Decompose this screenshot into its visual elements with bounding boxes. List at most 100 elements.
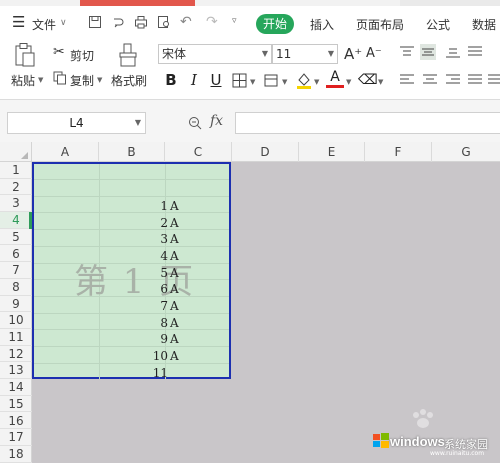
row-header-17[interactable]: 17 [0, 429, 32, 446]
print-preview-icon[interactable] [157, 15, 171, 29]
distribute-icon[interactable] [488, 74, 500, 86]
rotate-text-icon[interactable] [468, 46, 482, 58]
cell-b6[interactable]: 4 [138, 248, 168, 264]
quick-access-more-icon[interactable]: ▿ [232, 16, 237, 26]
redo-icon[interactable]: ↷ [206, 14, 218, 30]
row-header-5[interactable]: 5 [0, 229, 32, 246]
paste-dropdown-icon[interactable]: ▼ [38, 76, 43, 84]
font-color-icon[interactable]: A [326, 68, 344, 88]
tab-data[interactable]: 数据 [472, 16, 496, 33]
font-name-select[interactable]: 宋体 ▼ [158, 44, 272, 64]
format-painter-icon[interactable] [118, 42, 138, 68]
cell-b12[interactable]: 10 [138, 348, 168, 364]
print-icon[interactable] [134, 15, 148, 29]
underline-icon[interactable]: U [207, 70, 225, 90]
row-header-2[interactable]: 2 [0, 179, 32, 196]
cell-b9[interactable]: 7 [138, 298, 168, 314]
cell-style-icon[interactable] [264, 73, 279, 88]
tab-formulas[interactable]: 公式 [426, 16, 450, 33]
paste-icon[interactable] [14, 42, 36, 68]
cell-c11[interactable]: A [170, 331, 179, 347]
row-header-12[interactable]: 12 [0, 346, 32, 363]
undo-icon[interactable]: ↶ [180, 14, 192, 30]
row-header-15[interactable]: 15 [0, 396, 32, 413]
sheet-grid[interactable]: 第 1 页 1 A 2 A 3 A 4 A 5 A 6 A 7 A 8 A 9 … [32, 162, 500, 463]
row-header-4[interactable]: 4 [0, 212, 32, 229]
align-center-icon[interactable] [423, 74, 437, 86]
file-menu[interactable]: 文件 [32, 16, 56, 33]
align-top-icon[interactable] [400, 46, 414, 58]
align-right-icon[interactable] [446, 74, 460, 86]
copy-icon[interactable] [53, 71, 67, 85]
cell-c5[interactable]: A [170, 231, 179, 247]
row-header-6[interactable]: 6 [0, 246, 32, 263]
borders-dropdown-icon[interactable]: ▼ [250, 78, 255, 86]
borders-icon[interactable] [232, 73, 247, 88]
cell-b11[interactable]: 9 [138, 331, 168, 347]
copy-dropdown-icon[interactable]: ▼ [97, 76, 102, 84]
copy-button[interactable]: 复制 [70, 72, 94, 89]
row-header-8[interactable]: 8 [0, 279, 32, 296]
increase-font-icon[interactable]: A⁺ [344, 45, 362, 63]
cell-b10[interactable]: 8 [138, 315, 168, 331]
row-header-11[interactable]: 11 [0, 329, 32, 346]
hamburger-menu-icon[interactable]: ☰ [12, 13, 25, 31]
format-painter-button[interactable]: 格式刷 [111, 72, 147, 89]
column-header-b[interactable]: B [99, 142, 165, 162]
select-all-corner[interactable] [0, 142, 32, 162]
row-header-1[interactable]: 1 [0, 162, 32, 179]
justify-icon[interactable] [468, 74, 482, 86]
zoom-icon[interactable] [188, 116, 202, 130]
row-header-10[interactable]: 10 [0, 312, 32, 329]
formula-input[interactable] [235, 112, 500, 134]
row-header-3[interactable]: 3 [0, 195, 32, 213]
align-middle-icon[interactable] [420, 44, 436, 60]
column-header-e[interactable]: E [299, 142, 365, 162]
name-box[interactable]: L4 ▼ [7, 112, 146, 134]
scissors-icon[interactable]: ✂ [53, 44, 65, 60]
cell-b4[interactable]: 2 [138, 215, 168, 231]
fill-color-dropdown-icon[interactable]: ▼ [314, 78, 319, 86]
column-header-c[interactable]: C [165, 142, 232, 162]
italic-icon[interactable]: I [185, 70, 203, 90]
tab-home[interactable]: 开始 [256, 14, 294, 34]
column-header-d[interactable]: D [232, 142, 299, 162]
cell-c4[interactable]: A [170, 215, 179, 231]
print-area[interactable]: 第 1 页 1 A 2 A 3 A 4 A 5 A 6 A 7 A 8 A 9 … [32, 162, 231, 381]
clear-format-icon[interactable]: ⌫ [358, 70, 378, 90]
align-bottom-icon[interactable] [446, 46, 460, 58]
column-header-g[interactable]: G [432, 142, 500, 162]
decrease-font-icon[interactable]: A⁻ [366, 46, 382, 61]
row-header-9[interactable]: 9 [0, 296, 32, 313]
cell-style-dropdown-icon[interactable]: ▼ [282, 78, 287, 86]
row-header-7[interactable]: 7 [0, 262, 32, 279]
column-header-a[interactable]: A [32, 142, 99, 162]
cell-c8[interactable]: A [170, 281, 179, 297]
clear-dropdown-icon[interactable]: ▼ [378, 78, 383, 86]
row-header-18[interactable]: 18 [0, 446, 32, 463]
tab-insert[interactable]: 插入 [310, 16, 334, 33]
cell-b7[interactable]: 5 [138, 265, 168, 281]
fill-color-icon[interactable] [296, 71, 312, 89]
cell-c12[interactable]: A [170, 348, 179, 364]
row-header-13[interactable]: 13 [0, 362, 32, 380]
cell-b5[interactable]: 3 [138, 231, 168, 247]
font-size-select[interactable]: 11 ▼ [272, 44, 338, 64]
cell-b3[interactable]: 1 [138, 198, 168, 214]
bold-icon[interactable]: B [162, 70, 180, 90]
chevron-down-icon[interactable]: ∨ [60, 18, 67, 28]
column-header-f[interactable]: F [365, 142, 432, 162]
row-header-14[interactable]: 14 [0, 379, 32, 396]
font-color-dropdown-icon[interactable]: ▼ [346, 78, 351, 86]
save-icon[interactable] [88, 15, 102, 29]
cell-c3[interactable]: A [170, 198, 179, 214]
tab-page-layout[interactable]: 页面布局 [356, 16, 404, 33]
cell-c6[interactable]: A [170, 248, 179, 264]
cell-b8[interactable]: 6 [138, 281, 168, 297]
paste-button[interactable]: 粘贴 [11, 72, 35, 89]
cell-b13[interactable]: 11 [138, 365, 168, 381]
align-left-icon[interactable] [400, 74, 414, 86]
cut-button[interactable]: 剪切 [70, 47, 94, 64]
cell-c10[interactable]: A [170, 315, 179, 331]
insert-function-icon[interactable]: fx [210, 113, 223, 129]
